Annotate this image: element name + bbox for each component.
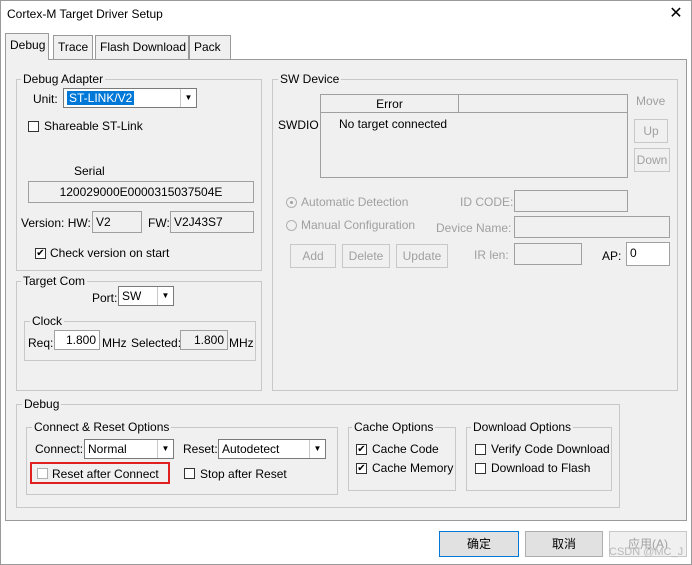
connect-value: Normal [88,442,127,456]
error-column-header: Error [321,95,459,113]
cache-memory-checkbox[interactable]: ✔ [356,463,367,474]
unit-select[interactable]: ST-LINK/V2 ▼ [63,88,197,108]
chevron-down-icon: ▼ [157,287,173,305]
cache-code-checkbox[interactable]: ✔ [356,444,367,455]
connect-select[interactable]: Normal ▼ [84,439,174,459]
dialog-window: Cortex-M Target Driver Setup ✕ Debug Tra… [0,0,692,565]
shareable-stlink-checkbox[interactable] [28,121,39,132]
cache-memory-label: Cache Memory [372,461,454,475]
window-title: Cortex-M Target Driver Setup [7,7,163,21]
chevron-down-icon: ▼ [157,440,173,458]
debug-options-legend: Debug [22,397,62,411]
reset-select[interactable]: Autodetect ▼ [218,439,326,459]
ir-len-label: IR len: [474,248,509,262]
download-to-flash-label: Download to Flash [491,461,591,475]
reset-label: Reset: [183,442,218,456]
selected-unit-label: MHz [229,336,254,350]
tab-flash-download[interactable]: Flash Download [95,35,189,59]
title-bar: Cortex-M Target Driver Setup ✕ [1,1,691,29]
stop-after-reset-label: Stop after Reset [200,467,287,481]
sw-device-list[interactable]: Error No target connected [320,94,628,178]
req-label: Req: [28,336,54,350]
cache-options-legend: Cache Options [352,420,436,434]
device-name-label: Device Name: [436,221,512,235]
device-name-field[interactable] [514,216,670,238]
ap-input[interactable]: 0 [626,242,670,266]
req-clock-input[interactable]: 1.800 [54,330,100,350]
tab-trace[interactable]: Trace [53,35,93,59]
move-label: Move [636,94,666,108]
update-button[interactable]: Update [396,244,448,268]
serial-field: 120029000E0000315037504E [28,181,254,203]
target-com-legend: Target Com [21,274,88,288]
automatic-detection-label: Automatic Detection [301,195,409,209]
debug-tab-panel: Debug Adapter Unit: ST-LINK/V2 ▼ Shareab… [5,59,687,521]
add-button[interactable]: Add [290,244,336,268]
selected-clock-field: 1.800 [180,330,228,350]
check-version-label: Check version on start [50,246,170,260]
id-code-label: ID CODE: [460,195,514,209]
error-value: No target connected [339,117,448,131]
cache-code-label: Cache Code [372,442,439,456]
req-unit-label: MHz [102,336,127,350]
chevron-down-icon: ▼ [309,440,325,458]
fw-version-field: V2J43S7 [170,211,254,233]
list-header-filler [459,95,627,113]
download-to-flash-checkbox[interactable] [475,463,486,474]
ap-label: AP: [602,249,622,263]
unit-label: Unit: [33,92,58,106]
chevron-down-icon: ▼ [180,89,196,107]
verify-code-download-label: Verify Code Download [491,442,610,456]
sw-device-legend: SW Device [278,72,342,86]
manual-configuration-label: Manual Configuration [301,218,416,232]
ok-button[interactable]: 确定 [439,531,519,557]
connect-label: Connect: [35,442,84,456]
stop-after-reset-checkbox[interactable] [184,468,195,479]
cancel-button[interactable]: 取消 [525,531,603,557]
download-options-group [466,427,612,491]
reset-after-connect-label: Reset after Connect [52,467,159,481]
tab-debug[interactable]: Debug [5,33,49,60]
shareable-stlink-label: Shareable ST-Link [44,119,143,133]
swdio-label: SWDIO [278,118,319,132]
manual-configuration-radio[interactable] [286,220,297,231]
port-value: SW [122,289,142,303]
check-version-checkbox[interactable]: ✔ [35,248,46,259]
tab-pack[interactable]: Pack [189,35,231,59]
download-options-legend: Download Options [471,420,574,434]
move-down-button[interactable]: Down [634,148,670,172]
serial-label: Serial [74,164,105,178]
reset-value: Autodetect [222,442,280,456]
clock-legend: Clock [30,314,65,328]
delete-button[interactable]: Delete [342,244,390,268]
selected-label: Selected: [131,336,182,350]
ir-len-field[interactable] [514,243,582,265]
debug-adapter-legend: Debug Adapter [21,72,106,86]
automatic-detection-radio[interactable] [286,197,297,208]
fw-label: FW: [148,216,170,230]
port-select[interactable]: SW ▼ [118,286,174,306]
verify-code-download-checkbox[interactable] [475,444,486,455]
id-code-field[interactable] [514,190,628,212]
cache-options-group [348,427,456,491]
connect-reset-legend: Connect & Reset Options [32,420,172,434]
port-label: Port: [92,291,118,305]
version-hw-label: Version: HW: [21,216,91,230]
connect-reset-group [26,427,338,495]
unit-value: ST-LINK/V2 [67,91,135,105]
reset-after-connect-checkbox[interactable] [37,468,48,479]
watermark: CSDN @MC_J [609,546,684,558]
close-icon[interactable]: ✕ [663,4,689,24]
hw-version-field: V2 [92,211,142,233]
move-up-button[interactable]: Up [634,119,668,143]
